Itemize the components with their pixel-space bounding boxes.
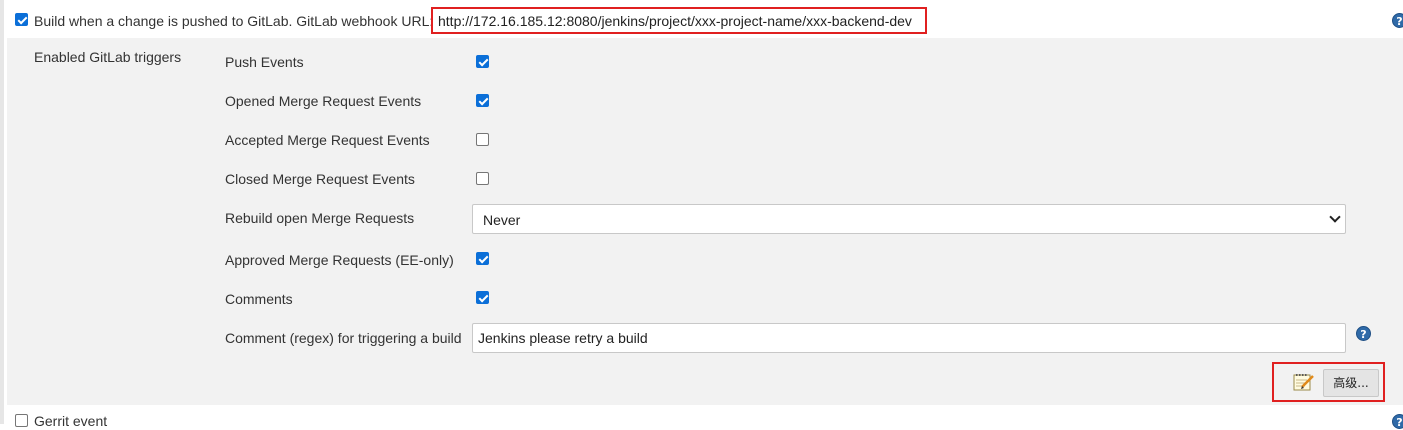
chevron-down-icon xyxy=(1329,211,1341,223)
help-icon[interactable]: ? xyxy=(1356,326,1371,341)
push-events-checkbox[interactable] xyxy=(476,55,489,68)
webhook-url: http://172.16.185.12:8080/jenkins/projec… xyxy=(438,13,912,29)
comments-checkbox[interactable] xyxy=(476,291,489,304)
closed-mr-label: Closed Merge Request Events xyxy=(225,171,415,187)
accepted-mr-checkbox[interactable] xyxy=(476,133,489,146)
comment-regex-input[interactable] xyxy=(472,323,1346,353)
opened-mr-label: Opened Merge Request Events xyxy=(225,93,422,109)
gerrit-event-label: Gerrit event xyxy=(34,413,108,429)
help-icon[interactable]: ? xyxy=(1392,13,1403,28)
comment-regex-label: Comment (regex) for triggering a build xyxy=(225,330,462,346)
notepad-icon xyxy=(1293,374,1314,391)
help-icon[interactable]: ? xyxy=(1392,414,1403,429)
closed-mr-checkbox[interactable] xyxy=(476,172,489,185)
build-on-push-label: Build when a change is pushed to GitLab.… xyxy=(34,13,434,29)
rebuild-mr-label: Rebuild open Merge Requests xyxy=(225,210,415,226)
gerrit-event-checkbox[interactable] xyxy=(15,414,28,427)
build-on-push-checkbox[interactable] xyxy=(15,13,28,26)
rebuild-mr-value: Never xyxy=(483,212,521,228)
section-title: Enabled GitLab triggers xyxy=(34,49,182,65)
advanced-button[interactable]: 高级... xyxy=(1323,369,1379,397)
push-events-label: Push Events xyxy=(225,54,304,70)
opened-mr-checkbox[interactable] xyxy=(476,94,489,107)
approved-mr-checkbox[interactable] xyxy=(476,252,489,265)
approved-mr-label: Approved Merge Requests (EE-only) xyxy=(225,252,454,268)
comments-label: Comments xyxy=(225,291,293,307)
rebuild-mr-select[interactable]: Never xyxy=(472,204,1346,234)
accepted-mr-label: Accepted Merge Request Events xyxy=(225,132,430,148)
left-rule xyxy=(0,0,4,424)
